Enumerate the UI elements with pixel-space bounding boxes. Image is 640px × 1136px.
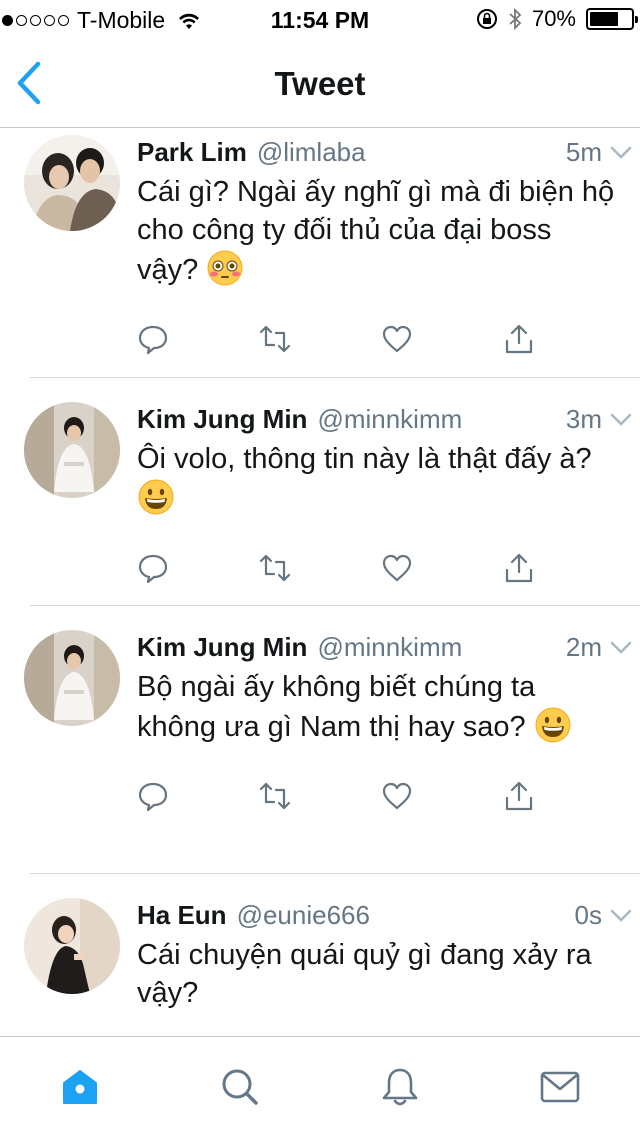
tweet-author-handle[interactable]: @limlaba <box>257 137 366 168</box>
notifications-icon <box>382 1068 418 1106</box>
tweet-timestamp: 0s <box>574 900 602 930</box>
share-icon <box>505 553 533 583</box>
reply-icon <box>138 782 168 812</box>
tweet-text: Bộ ngài ấy không biết chúng ta không ưa … <box>137 668 640 746</box>
tweet-timestamp: 3m <box>565 404 602 434</box>
tweet-text-content: Cái chuyện quái quỷ gì đang xảy ra vậy? <box>137 939 592 1009</box>
retweet-icon <box>259 554 291 582</box>
reply-button[interactable] <box>137 319 259 359</box>
tweet-author-handle[interactable]: @minnkimm <box>317 632 462 663</box>
orientation-lock-icon <box>476 9 497 29</box>
battery-fill <box>590 12 618 26</box>
heart-icon <box>382 554 412 582</box>
grinning-face-emoji-icon <box>535 707 571 743</box>
tweet-actions <box>137 307 640 371</box>
battery-icon <box>586 8 638 30</box>
tweet-text: Cái gì? Ngài ấy nghĩ gì mà đi biện hộ ch… <box>137 173 640 289</box>
tweet-actions <box>137 764 640 828</box>
tab-search[interactable] <box>218 1065 262 1109</box>
status-bar: T-Mobile 11:54 PM 70% <box>0 0 640 40</box>
like-button[interactable] <box>381 548 503 588</box>
retweet-button[interactable] <box>259 319 381 359</box>
grinning-face-emoji-icon <box>138 479 174 515</box>
tweet[interactable]: Kim Jung Min @minnkimm 2m Bộ ngài ấy khô… <box>24 606 640 874</box>
reply-button[interactable] <box>137 548 259 588</box>
tweet-actions <box>137 536 640 600</box>
navigation-bar: Tweet <box>0 40 640 128</box>
tweet-author-name[interactable]: Kim Jung Min <box>137 632 307 663</box>
tweet-text: Ôi volo, thông tin này là thật đấy à? <box>137 440 640 518</box>
share-button[interactable] <box>503 548 625 588</box>
home-icon <box>63 1070 97 1104</box>
tweet-author-handle[interactable]: @eunie666 <box>237 900 370 931</box>
chevron-down-icon[interactable] <box>608 634 634 660</box>
tweet-text: Cái chuyện quái quỷ gì đang xảy ra vậy? <box>137 936 640 1012</box>
tweet-author-name[interactable]: Ha Eun <box>137 900 227 931</box>
tweet[interactable]: Park Lim @limlaba 5m Cái gì? Ngài ấy ngh… <box>24 129 640 378</box>
tab-bar <box>0 1036 640 1136</box>
tweet-author-name[interactable]: Park Lim <box>137 137 247 168</box>
reply-icon <box>138 554 168 584</box>
page-title: Tweet <box>274 65 366 102</box>
share-button[interactable] <box>503 319 625 359</box>
chevron-down-icon[interactable] <box>608 139 634 165</box>
tweet-text-content: Ôi volo, thông tin này là thật đấy à? <box>137 443 592 475</box>
tweet-author-handle[interactable]: @minnkimm <box>317 404 462 435</box>
reply-icon <box>138 325 168 355</box>
reply-button[interactable] <box>137 776 259 816</box>
tab-messages[interactable] <box>538 1065 582 1109</box>
flushed-face-emoji-icon <box>207 250 243 286</box>
share-button[interactable] <box>503 776 625 816</box>
avatar[interactable] <box>24 402 120 498</box>
like-button[interactable] <box>381 776 503 816</box>
retweet-icon <box>259 782 291 810</box>
like-button[interactable] <box>381 319 503 359</box>
share-icon <box>505 781 533 811</box>
tweet-text-content: Bộ ngài ấy không biết chúng ta không ưa … <box>137 671 536 743</box>
tab-home[interactable] <box>58 1065 102 1109</box>
tweet-timestamp: 5m <box>565 137 602 167</box>
chevron-down-icon[interactable] <box>608 902 634 928</box>
tab-notifications[interactable] <box>378 1065 422 1109</box>
tweet-list: Park Lim @limlaba 5m Cái gì? Ngài ấy ngh… <box>0 129 640 1036</box>
heart-icon <box>382 325 412 353</box>
search-icon <box>222 1069 258 1105</box>
retweet-button[interactable] <box>259 776 381 816</box>
avatar[interactable] <box>24 630 120 726</box>
chevron-down-icon[interactable] <box>608 406 634 432</box>
tweet[interactable]: Ha Eun @eunie666 0s Cái chuyện quái quỷ … <box>24 874 640 1036</box>
tweet[interactable]: Kim Jung Min @minnkimm 3m Ôi volo, thông… <box>24 378 640 606</box>
avatar[interactable] <box>24 135 120 231</box>
messages-icon <box>540 1071 580 1103</box>
tweet-timestamp: 2m <box>565 632 602 662</box>
tweet-author-name[interactable]: Kim Jung Min <box>137 404 307 435</box>
battery-percentage: 70% <box>531 6 576 31</box>
bluetooth-icon <box>509 7 522 31</box>
avatar[interactable] <box>24 898 120 994</box>
share-icon <box>505 324 533 354</box>
heart-icon <box>382 782 412 810</box>
retweet-icon <box>259 325 291 353</box>
retweet-button[interactable] <box>259 548 381 588</box>
